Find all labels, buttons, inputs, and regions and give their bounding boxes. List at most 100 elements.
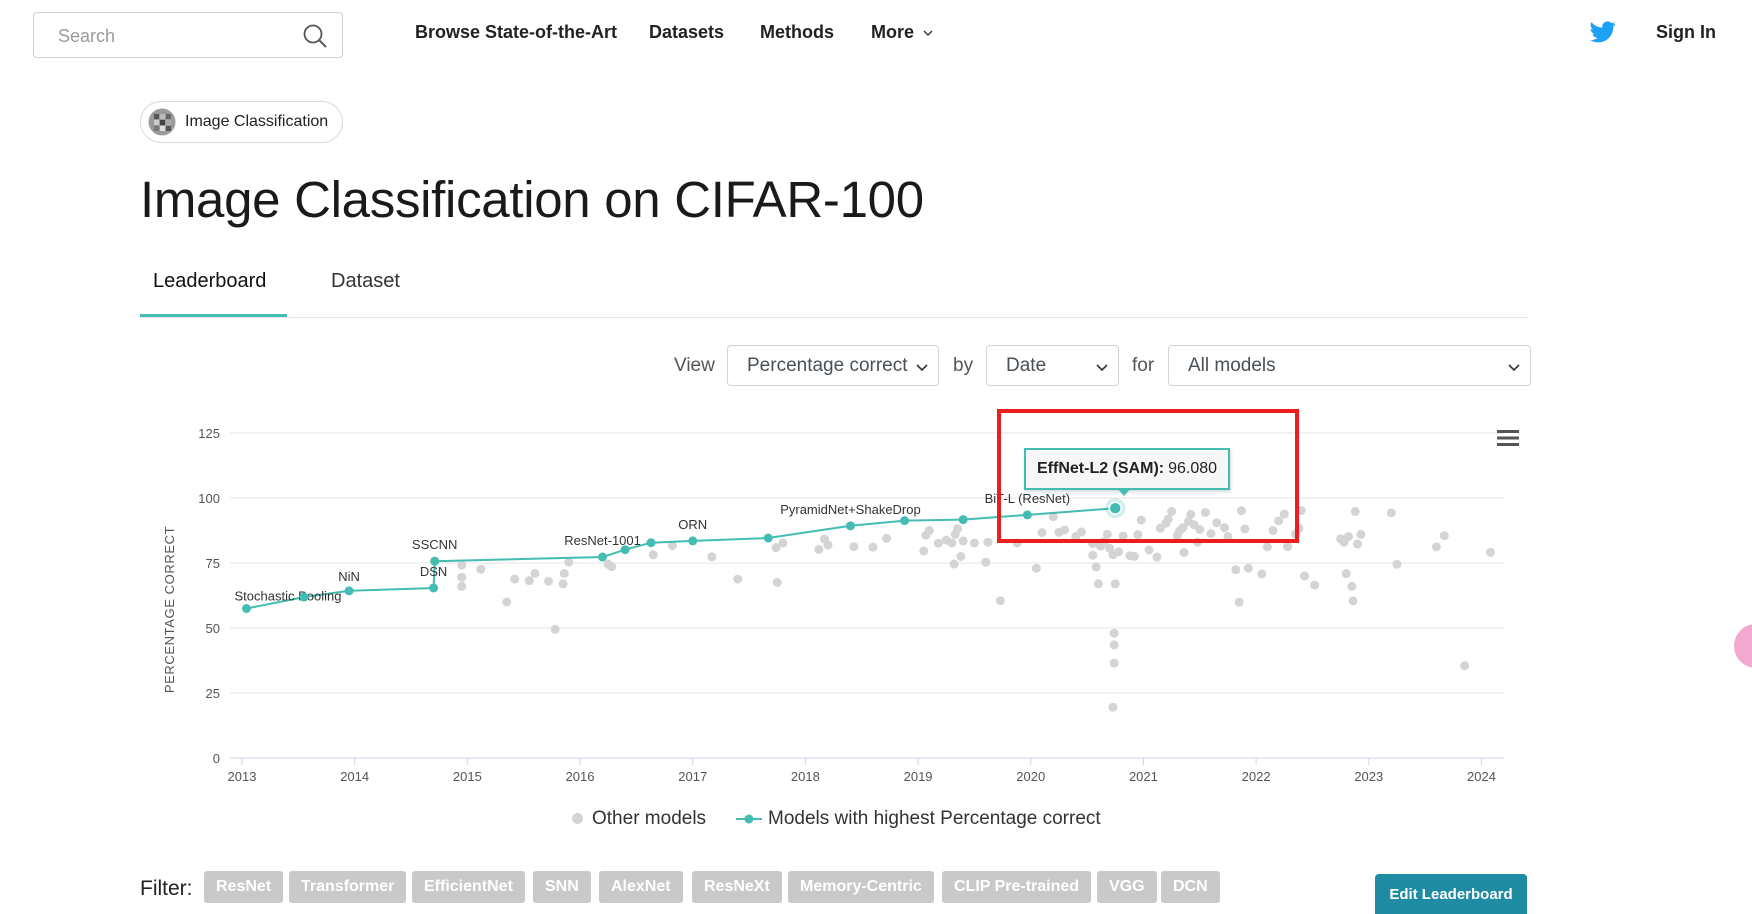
legend-other-models[interactable]: Other models (572, 808, 706, 830)
other-model-point (958, 536, 968, 546)
legend-best-models[interactable]: Models with highest Percentage correct (736, 808, 1101, 830)
for-label: for (1132, 355, 1155, 376)
models-select[interactable]: All models (1168, 345, 1531, 386)
filter-tag-transformer[interactable]: Transformer (289, 871, 407, 903)
floating-helper-button[interactable] (1734, 624, 1752, 668)
other-model-point (1344, 531, 1354, 541)
search-box[interactable] (33, 12, 343, 58)
tab-bar: Leaderboard Dataset (140, 265, 1528, 318)
filter-tag-alexnet[interactable]: AlexNet (599, 871, 683, 903)
filter-tag-efficientnet[interactable]: EfficientNet (412, 871, 525, 903)
other-model-point (1386, 508, 1396, 518)
filter-tag-clip[interactable]: CLIP Pre-trained (942, 871, 1092, 903)
other-model-point (1091, 562, 1101, 572)
sign-in-link[interactable]: Sign In (1656, 22, 1716, 43)
task-thumbnail-icon (148, 108, 176, 136)
sota-point (430, 556, 440, 566)
metric-select-value: Percentage correct (747, 355, 908, 376)
other-model-point (457, 560, 467, 570)
x-axis-select[interactable]: Date (986, 345, 1119, 386)
other-model-point (868, 542, 878, 552)
other-model-point (1392, 559, 1402, 569)
other-model-point (1353, 539, 1363, 549)
filter-tag-resnext[interactable]: ResNeXt (692, 871, 782, 903)
x-tick-label: 2020 (1016, 769, 1045, 784)
twitter-icon[interactable] (1590, 20, 1616, 44)
other-model-point (1262, 542, 1272, 552)
filter-tag-vgg[interactable]: VGG (1097, 871, 1157, 903)
sota-point (299, 592, 309, 602)
chart-svg: 0 25 50 75 100 125 2013 2014 2015 2016 2017 2018 201… (162, 426, 1504, 784)
other-model-point (558, 579, 568, 589)
other-model-point (947, 538, 957, 548)
task-chip[interactable]: Image Classification (140, 101, 344, 143)
metric-select[interactable]: Percentage correct (727, 345, 939, 386)
x-tick-label: 2018 (791, 769, 820, 784)
sota-point (900, 516, 910, 526)
sota-point (620, 545, 630, 555)
other-model-point (919, 546, 929, 556)
x-tick-label: 2016 (566, 769, 595, 784)
nav-more-label: More (871, 22, 915, 42)
other-model-point (1110, 579, 1120, 589)
tab-leaderboard[interactable]: Leaderboard (153, 270, 266, 315)
nav-methods[interactable]: Methods (760, 22, 834, 43)
sota-point-label: PyramidNet+ShakeDrop (780, 502, 921, 517)
other-model-point (1088, 550, 1098, 560)
sota-point-label: SSCNN (412, 537, 458, 552)
legend-line-icon (736, 814, 762, 824)
other-model-point (1093, 579, 1103, 589)
other-model-point (1347, 581, 1357, 591)
other-model-point (983, 537, 993, 547)
other-model-point (1300, 571, 1310, 581)
chevron-down-icon (923, 30, 933, 37)
sota-point (598, 552, 608, 562)
other-model-point (1129, 552, 1139, 561)
x-tick-label: 2021 (1129, 769, 1158, 784)
other-model-point (707, 552, 717, 562)
legend-best-label: Models with highest Percentage correct (768, 808, 1101, 829)
filter-tag-resnet[interactable]: ResNet (204, 871, 284, 903)
x-tick-label: 2022 (1242, 769, 1271, 784)
chart-menu-icon[interactable] (1497, 429, 1519, 447)
y-tick-label: 75 (206, 556, 220, 571)
other-model-point (607, 562, 617, 572)
x-tick-label: 2024 (1467, 769, 1496, 784)
other-model-point (1109, 628, 1119, 638)
nav-datasets[interactable]: Datasets (649, 22, 724, 43)
chevron-down-icon (1096, 364, 1108, 372)
other-model-point (1152, 552, 1162, 562)
other-model-point (543, 576, 553, 586)
x-tick-label: 2023 (1354, 769, 1383, 784)
search-icon[interactable] (302, 23, 328, 49)
filter-tag-dcn[interactable]: DCN (1161, 871, 1220, 903)
tab-dataset[interactable]: Dataset (331, 270, 400, 293)
search-input[interactable] (56, 23, 290, 49)
x-tick-label: 2015 (453, 769, 482, 784)
other-model-point (457, 572, 467, 582)
filter-tag-memory-centric[interactable]: Memory-Centric (788, 871, 934, 903)
edit-leaderboard-button[interactable]: Edit Leaderboard (1375, 874, 1527, 914)
other-model-point (559, 568, 569, 578)
filter-tag-snn[interactable]: SNN (533, 871, 591, 903)
other-model-point (524, 576, 534, 586)
other-model-point (1348, 596, 1358, 606)
other-model-point (969, 538, 979, 548)
nav-browse-sota[interactable]: Browse State-of-the-Art (415, 22, 617, 43)
other-model-point (823, 540, 833, 550)
models-select-value: All models (1188, 355, 1276, 376)
other-model-point (1460, 661, 1470, 671)
sota-point (429, 583, 439, 593)
sota-chart: 0 25 50 75 100 125 2013 2014 2015 2016 2017 2018 201… (150, 400, 1530, 820)
other-model-point (1109, 640, 1119, 650)
other-model-point (1179, 548, 1189, 558)
other-model-point (933, 538, 943, 548)
page-title: Image Classification on CIFAR-100 (140, 171, 924, 228)
other-model-point (1231, 565, 1241, 575)
legend-dot-icon (572, 813, 583, 825)
other-model-point (1485, 547, 1495, 557)
sota-point (242, 604, 252, 613)
other-model-point (510, 574, 520, 584)
other-model-point (1243, 563, 1253, 573)
nav-more-dropdown[interactable]: More (871, 22, 933, 43)
